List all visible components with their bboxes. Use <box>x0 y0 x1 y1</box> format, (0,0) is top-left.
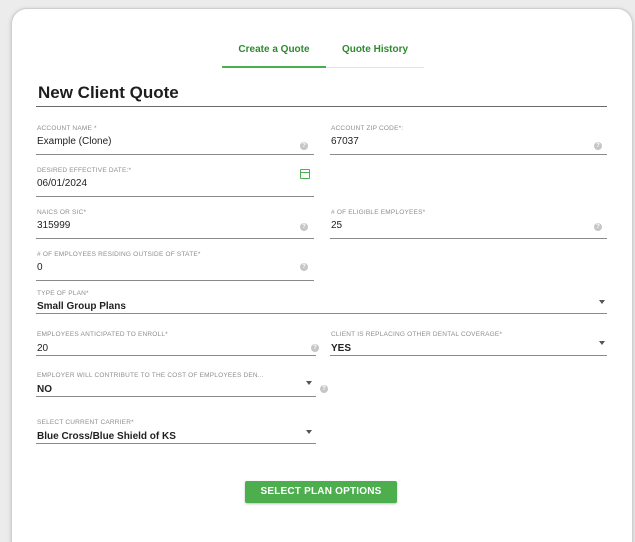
employer-contribute-label: EMPLOYER WILL CONTRIBUTE TO THE COST OF … <box>37 372 264 379</box>
page-title: New Client Quote <box>38 83 179 102</box>
replacing-coverage-label: CLIENT IS REPLACING OTHER DENTAL COVERAG… <box>331 331 503 338</box>
employer-contribute-value: NO <box>37 384 52 395</box>
tab-quote-history[interactable]: Quote History <box>326 36 424 68</box>
account-name-field[interactable]: ACCOUNT NAME * Example (Clone) <box>36 125 314 155</box>
help-icon[interactable]: ? <box>300 223 308 231</box>
help-icon[interactable]: ? <box>300 263 308 271</box>
anticipated-enroll-value: 20 <box>37 343 49 354</box>
tab-bar: Create a Quote Quote History <box>222 36 424 68</box>
chevron-down-icon[interactable] <box>599 300 605 304</box>
outside-state-value: 0 <box>37 262 43 273</box>
plan-type-label: TYPE OF PLAN* <box>37 290 89 297</box>
chevron-down-icon[interactable] <box>599 341 605 345</box>
effective-date-label: DESIRED EFFECTIVE DATE:* <box>37 167 132 174</box>
employer-contribute-select[interactable]: EMPLOYER WILL CONTRIBUTE TO THE COST OF … <box>36 372 316 397</box>
title-divider <box>36 106 607 107</box>
plan-type-select[interactable]: TYPE OF PLAN* Small Group Plans <box>36 290 607 314</box>
account-name-label: ACCOUNT NAME * <box>37 125 97 132</box>
chevron-down-icon[interactable] <box>306 430 312 434</box>
anticipated-enroll-label: EMPLOYEES ANTICIPATED TO ENROLL* <box>37 331 168 338</box>
naics-label: NAICS OR SIC* <box>37 209 87 216</box>
current-carrier-select[interactable]: SELECT CURRENT CARRIER* Blue Cross/Blue … <box>36 419 316 444</box>
plan-type-value: Small Group Plans <box>37 301 126 312</box>
select-plan-options-button[interactable]: SELECT PLAN OPTIONS <box>245 481 397 503</box>
current-carrier-value: Blue Cross/Blue Shield of KS <box>37 431 176 442</box>
help-icon[interactable]: ? <box>594 142 602 150</box>
help-icon[interactable]: ? <box>594 223 602 231</box>
outside-state-label: # OF EMPLOYEES RESIDING OUTSIDE OF STATE… <box>37 251 201 258</box>
calendar-icon[interactable] <box>300 169 310 179</box>
anticipated-enroll-field[interactable]: EMPLOYEES ANTICIPATED TO ENROLL* 20 <box>36 331 316 356</box>
help-icon[interactable]: ? <box>311 344 319 352</box>
account-zip-field[interactable]: ACCOUNT ZIP CODE*: 67037 <box>330 125 607 155</box>
outside-state-field[interactable]: # OF EMPLOYEES RESIDING OUTSIDE OF STATE… <box>36 251 314 281</box>
naics-field[interactable]: NAICS OR SIC* 315999 <box>36 209 314 239</box>
tab-create-quote[interactable]: Create a Quote <box>222 36 326 68</box>
replacing-coverage-select[interactable]: CLIENT IS REPLACING OTHER DENTAL COVERAG… <box>330 331 607 356</box>
effective-date-value: 06/01/2024 <box>37 178 88 189</box>
chevron-down-icon[interactable] <box>306 381 312 385</box>
current-carrier-label: SELECT CURRENT CARRIER* <box>37 419 134 426</box>
help-icon[interactable]: ? <box>300 142 308 150</box>
account-zip-label: ACCOUNT ZIP CODE*: <box>331 125 404 132</box>
account-name-value: Example (Clone) <box>37 136 112 147</box>
help-icon[interactable]: ? <box>320 385 328 393</box>
eligible-employees-field[interactable]: # OF ELIGIBLE EMPLOYEES* 25 <box>330 209 607 239</box>
effective-date-field[interactable]: DESIRED EFFECTIVE DATE:* 06/01/2024 <box>36 167 314 197</box>
eligible-employees-label: # OF ELIGIBLE EMPLOYEES* <box>331 209 426 216</box>
naics-value: 315999 <box>37 220 71 231</box>
eligible-employees-value: 25 <box>331 220 343 231</box>
replacing-coverage-value: YES <box>331 343 352 354</box>
account-zip-value: 67037 <box>331 136 359 147</box>
